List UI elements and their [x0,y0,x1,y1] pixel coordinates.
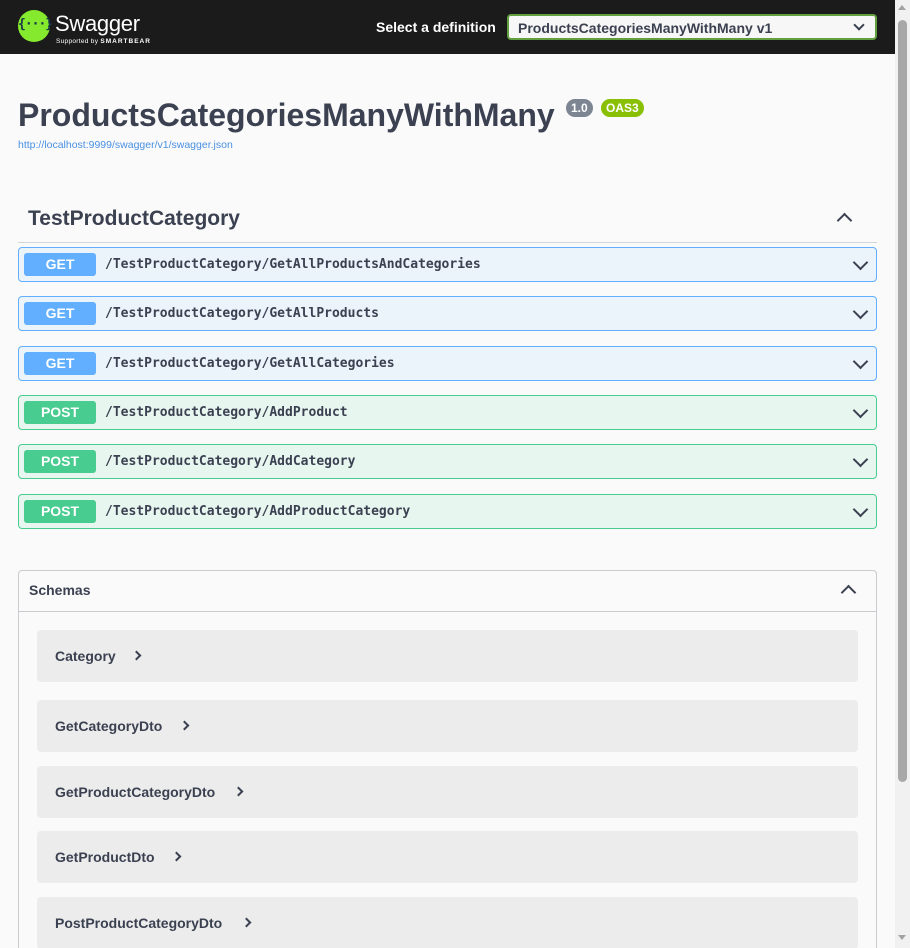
oas-badge: OAS3 [601,99,644,117]
chevron-down-icon [853,19,865,31]
model-name: GetProductDto [55,849,155,865]
chevron-down-icon[interactable] [852,353,869,370]
definition-select[interactable]: ProductsCategoriesManyWithMany v1 [507,14,877,40]
brand-subtitle: Supported by SMARTBEAR [56,38,151,45]
operation-post-add-category[interactable]: POST /TestProductCategory/AddCategory [18,444,877,479]
chevron-up-icon[interactable] [840,584,857,601]
swagger-logo-icon[interactable]: {···} [18,10,53,42]
operation-path: /TestProductCategory/AddProduct [105,405,348,420]
model-name: GetProductCategoryDto [55,784,216,800]
vertical-scrollbar[interactable] [895,0,910,948]
method-badge: GET [24,352,96,375]
method-badge: POST [24,450,96,473]
scroll-up-arrow-icon[interactable] [898,5,906,10]
operation-path: /TestProductCategory/GetAllProductsAndCa… [105,257,481,272]
chevron-right-icon[interactable] [131,650,142,661]
chevron-right-icon[interactable] [241,917,252,928]
logo-glyph: {···} [18,17,53,32]
schemas-header[interactable]: Schemas [19,571,876,612]
definition-select-label: Select a definition [376,19,496,35]
operation-path: /TestProductCategory/AddCategory [105,454,356,469]
topbar: {···} Swagger Supported by SMARTBEAR Sel… [0,0,895,54]
chevron-right-icon[interactable] [233,786,244,797]
chevron-down-icon[interactable] [852,501,869,518]
api-title: ProductsCategoriesManyWithMany [18,97,555,133]
chevron-down-icon[interactable] [852,303,869,320]
operation-get-all-products[interactable]: GET /TestProductCategory/GetAllProducts [18,296,877,331]
brand-sub-prefix: Supported by [56,38,99,45]
operation-path: /TestProductCategory/GetAllCategories [105,356,395,371]
operation-path: /TestProductCategory/GetAllProducts [105,306,379,321]
method-badge: GET [24,302,96,325]
chevron-down-icon[interactable] [852,254,869,271]
tag-section-header[interactable]: TestProductCategory [18,196,877,243]
method-badge: POST [24,500,96,523]
chevron-down-icon[interactable] [852,451,869,468]
model-category[interactable]: Category [37,630,858,682]
chevron-right-icon[interactable] [179,720,190,731]
brand-sub-company: SMARTBEAR [100,38,151,45]
model-name: PostProductCategoryDto [55,915,223,931]
method-badge: POST [24,401,96,424]
model-name: Category [55,648,116,664]
schemas-title: Schemas [29,582,91,598]
model-name: GetCategoryDto [55,718,163,734]
operation-post-add-product[interactable]: POST /TestProductCategory/AddProduct [18,395,877,430]
model-get-product-dto[interactable]: GetProductDto [37,831,858,883]
schemas-section: Schemas Category GetCategoryDto GetProdu… [18,570,877,948]
operation-get-all-categories[interactable]: GET /TestProductCategory/GetAllCategorie… [18,346,877,381]
tag-name: TestProductCategory [28,207,240,230]
brand-name[interactable]: Swagger [55,11,140,37]
scrollbar-thumb[interactable] [898,20,907,782]
spec-url-link[interactable]: http://localhost:9999/swagger/v1/swagger… [18,139,233,151]
chevron-down-icon[interactable] [852,402,869,419]
scroll-down-arrow-icon[interactable] [898,935,906,940]
model-get-category-dto[interactable]: GetCategoryDto [37,700,858,752]
model-post-product-category-dto[interactable]: PostProductCategoryDto [37,897,858,948]
version-badge: 1.0 [566,99,593,117]
chevron-right-icon[interactable] [171,851,182,862]
definition-select-value: ProductsCategoriesManyWithMany v1 [518,20,773,36]
method-badge: GET [24,253,96,276]
operation-get-all-products-and-categories[interactable]: GET /TestProductCategory/GetAllProductsA… [18,247,877,282]
operation-post-add-product-category[interactable]: POST /TestProductCategory/AddProductCate… [18,494,877,529]
operation-path: /TestProductCategory/AddProductCategory [105,504,411,519]
model-get-product-category-dto[interactable]: GetProductCategoryDto [37,766,858,818]
chevron-up-icon[interactable] [836,212,853,229]
